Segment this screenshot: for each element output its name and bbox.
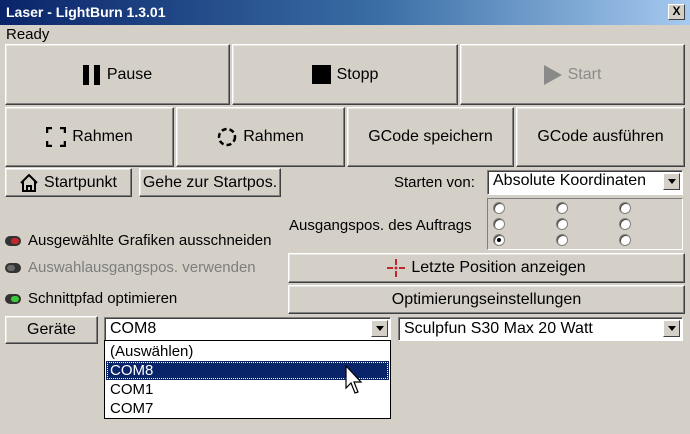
origin-radio-top-right[interactable] xyxy=(619,202,631,214)
use-selection-origin-toggle[interactable] xyxy=(5,263,21,273)
run-gcode-button[interactable]: GCode ausführen xyxy=(516,107,685,167)
start-button[interactable]: Start xyxy=(460,44,685,105)
stop-label: Stopp xyxy=(336,65,379,83)
port-option[interactable]: COM7 xyxy=(106,399,389,418)
job-origin-group xyxy=(487,198,683,250)
device-value: Sculpfun S30 Max 20 Watt xyxy=(404,320,593,337)
job-origin-label: Ausgangspos. des Auftrags xyxy=(289,217,472,234)
origin-radio-top-center[interactable] xyxy=(556,202,568,214)
port-select[interactable]: COM8 xyxy=(104,317,391,341)
pause-button[interactable]: Pause xyxy=(5,44,230,105)
optimization-settings-label: Optimierungseinstellungen xyxy=(391,290,582,308)
home-icon xyxy=(20,173,38,192)
frame-circle-button[interactable]: Rahmen xyxy=(176,107,345,167)
origin-radio-bottom-left[interactable] xyxy=(493,234,505,246)
start-from-value: Absolute Koordinaten xyxy=(493,172,646,189)
run-gcode-label: GCode ausführen xyxy=(537,128,664,145)
frame-rect-button[interactable]: Rahmen xyxy=(5,107,174,167)
device-chevron-down-icon[interactable] xyxy=(663,320,680,337)
crosshair-icon xyxy=(387,259,406,277)
frame-circle-icon xyxy=(217,127,237,147)
start-from-select[interactable]: Absolute Koordinaten xyxy=(487,170,683,195)
goto-origin-button[interactable]: Gehe zur Startpos. xyxy=(139,168,281,197)
cut-selected-toggle[interactable] xyxy=(5,236,21,246)
window-title: Laser - LightBurn 1.3.01 xyxy=(6,4,166,20)
origin-radio-middle-right[interactable] xyxy=(619,218,631,230)
close-button[interactable]: X xyxy=(668,4,685,20)
goto-origin-label: Gehe zur Startpos. xyxy=(142,173,278,191)
stop-button[interactable]: Stopp xyxy=(232,44,458,105)
origin-radio-bottom-center[interactable] xyxy=(556,234,568,246)
show-last-position-label: Letzte Position anzeigen xyxy=(411,259,586,276)
origin-radio-middle-left[interactable] xyxy=(493,218,505,230)
port-value: COM8 xyxy=(110,320,157,337)
pause-label: Pause xyxy=(106,65,153,83)
stop-icon xyxy=(311,65,331,84)
chevron-down-icon[interactable] xyxy=(663,173,680,190)
save-gcode-button[interactable]: GCode speichern xyxy=(347,107,514,167)
port-option[interactable]: (Auswählen) xyxy=(106,342,389,361)
start-label: Start xyxy=(567,65,602,83)
origin-radio-middle-center[interactable] xyxy=(556,218,568,230)
optimize-cut-path-toggle[interactable] xyxy=(5,294,21,304)
frame-rect-icon xyxy=(46,126,67,148)
devices-button[interactable]: Geräte xyxy=(5,316,98,344)
cut-selected-label: Ausgewählte Grafiken ausschneiden xyxy=(28,232,272,249)
device-select[interactable]: Sculpfun S30 Max 20 Watt xyxy=(398,317,683,341)
show-last-position-button[interactable]: Letzte Position anzeigen xyxy=(288,253,685,283)
mouse-cursor-icon xyxy=(345,364,365,395)
frame-rect-label: Rahmen xyxy=(72,128,133,145)
status-text: Ready xyxy=(6,26,50,43)
save-gcode-label: GCode speichern xyxy=(368,128,493,145)
title-bar: Laser - LightBurn 1.3.01 X xyxy=(0,0,690,25)
optimize-cut-path-label: Schnittpfad optimieren xyxy=(28,290,178,307)
origin-radio-top-left[interactable] xyxy=(493,202,505,214)
origin-radio-bottom-right[interactable] xyxy=(619,234,631,246)
use-selection-origin-label: Auswahlausgangspos. verwenden xyxy=(28,259,256,276)
frame-circle-label: Rahmen xyxy=(243,128,304,145)
pause-icon xyxy=(82,64,101,85)
home-label: Startpunkt xyxy=(44,173,117,191)
play-icon xyxy=(543,64,562,85)
devices-label: Geräte xyxy=(27,321,76,338)
start-from-label: Starten von: xyxy=(394,174,475,191)
optimization-settings-button[interactable]: Optimierungseinstellungen xyxy=(288,285,685,314)
port-chevron-down-icon[interactable] xyxy=(371,320,388,337)
home-button[interactable]: Startpunkt xyxy=(5,168,132,197)
